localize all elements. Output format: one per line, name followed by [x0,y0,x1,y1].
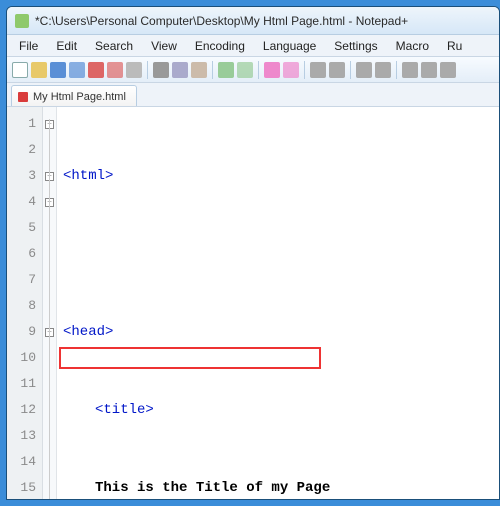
window-title: *C:\Users\Personal Computer\Desktop\My H… [35,14,408,28]
line-number: 1 [7,111,36,137]
toolbar-separator [396,61,397,79]
show-all-icon[interactable] [421,62,437,78]
line-number: 8 [7,293,36,319]
line-number: 7 [7,267,36,293]
open-icon[interactable] [31,62,47,78]
line-number: 12 [7,397,36,423]
menu-file[interactable]: File [11,37,46,55]
replace-icon[interactable] [283,62,299,78]
line-number: 3 [7,163,36,189]
tabstrip: My Html Page.html [7,83,499,107]
fold-column: − − − − [43,107,57,500]
menu-encoding[interactable]: Encoding [187,37,253,55]
line-number-gutter: 1 2 3 4 5 6 7 8 9 10 11 12 13 14 15 [7,107,43,500]
code-token: <html> [63,168,113,184]
print-icon[interactable] [126,62,142,78]
line-number: 13 [7,423,36,449]
sync-v-icon[interactable] [356,62,372,78]
toolbar-separator [304,61,305,79]
line-number: 9 [7,319,36,345]
line-number: 4 [7,189,36,215]
line-number: 2 [7,137,36,163]
paste-icon[interactable] [191,62,207,78]
editor: 1 2 3 4 5 6 7 8 9 10 11 12 13 14 15 − − … [7,107,499,500]
code-text: This is the Title of my Page [95,480,330,496]
code-token: <title> [95,402,154,418]
menu-view[interactable]: View [143,37,185,55]
close-all-icon[interactable] [107,62,123,78]
unsaved-indicator-icon [18,92,28,102]
highlight-annotation [59,347,321,369]
toolbar-separator [212,61,213,79]
code-token: <head> [63,324,113,340]
line-number: 15 [7,475,36,500]
menu-search[interactable]: Search [87,37,141,55]
tab-file[interactable]: My Html Page.html [11,85,137,106]
app-icon [15,14,29,28]
toolbar-separator [350,61,351,79]
line-number: 6 [7,241,36,267]
toolbar [7,57,499,83]
menu-run[interactable]: Ru [439,37,470,55]
tab-label: My Html Page.html [33,91,126,103]
zoom-in-icon[interactable] [310,62,326,78]
app-window: *C:\Users\Personal Computer\Desktop\My H… [6,6,500,500]
line-number: 5 [7,215,36,241]
new-icon[interactable] [12,62,28,78]
menu-language[interactable]: Language [255,37,324,55]
menu-settings[interactable]: Settings [326,37,385,55]
line-number: 14 [7,449,36,475]
toolbar-separator [258,61,259,79]
menubar: File Edit Search View Encoding Language … [7,35,499,57]
copy-icon[interactable] [172,62,188,78]
line-number: 11 [7,371,36,397]
menu-edit[interactable]: Edit [48,37,85,55]
redo-icon[interactable] [237,62,253,78]
line-number: 10 [7,345,36,371]
menu-macro[interactable]: Macro [388,37,437,55]
sync-h-icon[interactable] [375,62,391,78]
undo-icon[interactable] [218,62,234,78]
zoom-out-icon[interactable] [329,62,345,78]
save-all-icon[interactable] [69,62,85,78]
code-area[interactable]: <html> <head> <title> This is the Title … [57,107,499,500]
close-icon[interactable] [88,62,104,78]
find-icon[interactable] [264,62,280,78]
toolbar-separator [147,61,148,79]
wordwrap-icon[interactable] [402,62,418,78]
save-icon[interactable] [50,62,66,78]
titlebar: *C:\Users\Personal Computer\Desktop\My H… [7,7,499,35]
cut-icon[interactable] [153,62,169,78]
indent-guide-icon[interactable] [440,62,456,78]
